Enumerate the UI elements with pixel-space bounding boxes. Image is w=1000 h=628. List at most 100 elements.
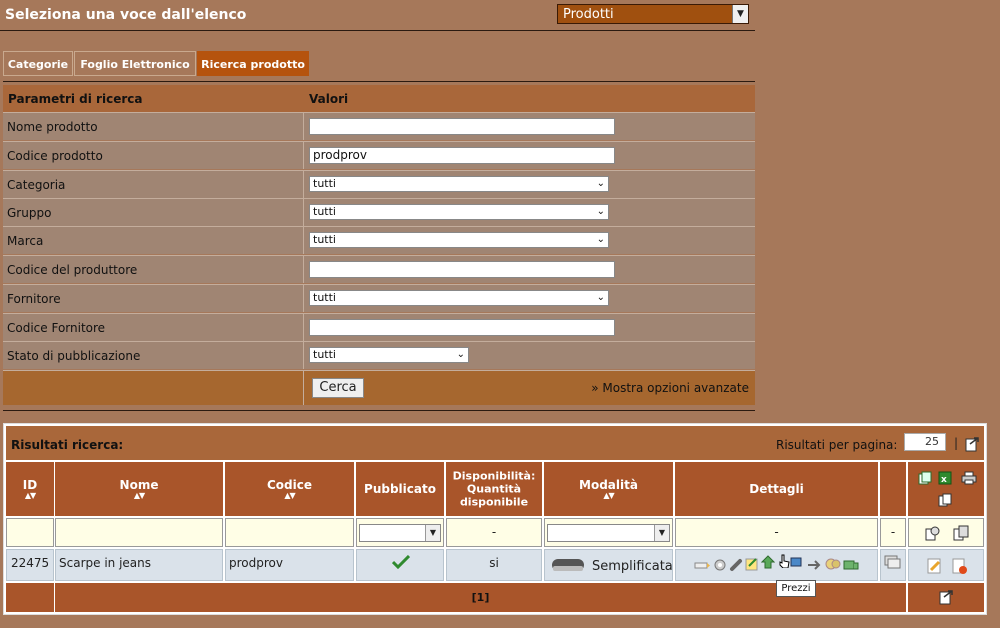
col-pubblicato: Pubblicato — [356, 462, 444, 516]
field-label: Categoria — [7, 178, 66, 192]
filter-dettagli: - — [675, 518, 878, 547]
gallery-icon[interactable] — [884, 555, 902, 569]
chevron-down-icon: ⌄ — [596, 292, 605, 303]
fornitore-select[interactable]: tutti ⌄ — [309, 290, 609, 306]
field-row-marca: Marca tutti ⌄ — [3, 226, 755, 254]
divider — [3, 81, 755, 82]
search-button[interactable]: Cerca — [312, 378, 364, 398]
filter-disponibilita: - — [446, 518, 542, 547]
search-filter-icon[interactable] — [925, 525, 941, 541]
filter-id[interactable] — [6, 518, 54, 547]
tab-categorie[interactable]: Categorie — [3, 51, 73, 76]
filter-nome[interactable] — [55, 518, 223, 547]
nome-prodotto-input[interactable] — [309, 118, 615, 135]
package-icon[interactable] — [825, 557, 841, 571]
pencil-icon[interactable] — [694, 558, 710, 572]
col-codice[interactable]: Codice ▲▼ — [225, 462, 354, 516]
col-nome[interactable]: Nome ▲▼ — [55, 462, 223, 516]
marca-select[interactable]: tutti ⌄ — [309, 232, 609, 248]
chevron-down-icon: ▼ — [654, 525, 669, 541]
row-dettagli — [675, 549, 878, 581]
search-form-header: Parametri di ricerca Valori — [3, 85, 755, 112]
edit-note-icon[interactable] — [745, 557, 759, 571]
export-icon[interactable] — [964, 436, 980, 452]
stato-pubblicazione-select[interactable]: tutti ⌄ — [309, 347, 469, 363]
field-label: Nome prodotto — [7, 120, 98, 134]
copy-export-icon[interactable] — [938, 493, 952, 507]
col-modalita[interactable]: Modalità ▲▼ — [544, 462, 673, 516]
row-modalita: Semplificata — [544, 549, 673, 581]
excel-icon[interactable]: x — [938, 471, 952, 485]
values-header: Valori — [309, 92, 349, 106]
footer-actions — [908, 583, 984, 612]
field-row-categoria: Categoria tutti ⌄ — [3, 170, 755, 198]
advanced-options-link[interactable]: » Mostra opzioni avanzate — [591, 381, 749, 395]
col-extra — [880, 462, 906, 516]
field-row-gruppo: Gruppo tutti ⌄ — [3, 198, 755, 226]
separator: | — [954, 436, 959, 450]
col-id[interactable]: ID ▲▼ — [6, 462, 54, 516]
sort-arrows-icon[interactable]: ▲▼ — [225, 492, 354, 500]
divider — [3, 410, 755, 411]
sort-arrows-icon[interactable]: ▲▼ — [544, 492, 673, 500]
filter-codice[interactable] — [225, 518, 354, 547]
stato-select-value: tutti — [313, 348, 336, 361]
field-row-codice-prodotto: Codice prodotto prodprov — [3, 141, 755, 169]
delete-icon[interactable] — [952, 558, 968, 574]
price-icon[interactable] — [761, 555, 775, 569]
copy-icon[interactable] — [918, 471, 932, 485]
toggle-icon[interactable] — [552, 557, 584, 575]
field-row-fornitore: Fornitore tutti ⌄ — [3, 284, 755, 312]
filter-actions — [908, 518, 984, 547]
field-label: Stato di pubblicazione — [7, 349, 141, 363]
categoria-select-value: tutti — [313, 177, 336, 190]
print-icon[interactable] — [961, 471, 977, 485]
codice-prodotto-input[interactable]: prodprov — [309, 147, 615, 164]
field-label: Codice del produttore — [7, 263, 138, 277]
shipping-icon[interactable] — [843, 558, 859, 572]
sort-arrows-icon[interactable]: ▲▼ — [55, 492, 223, 500]
link-icon[interactable] — [729, 558, 743, 572]
export-icon[interactable] — [938, 589, 954, 605]
users-icon[interactable] — [789, 555, 803, 569]
top-bar: Seleziona una voce dall'elenco Prodotti … — [0, 0, 755, 31]
chevron-down-icon: ⌄ — [596, 178, 605, 189]
field-row-stato-pubblicazione: Stato di pubblicazione tutti ⌄ — [3, 341, 755, 369]
col-disponibilita: Disponibilità: Quantità disponibile — [446, 462, 542, 516]
col-dettagli: Dettagli — [675, 462, 878, 516]
checkmark-icon[interactable] — [392, 555, 410, 569]
section-selector[interactable]: Prodotti ▼ — [557, 4, 749, 24]
modalita-filter-select[interactable]: ▼ — [547, 524, 670, 542]
edit-icon[interactable] — [927, 558, 943, 574]
per-page-label: Risultati per pagina: — [776, 438, 898, 452]
field-row-nome-prodotto: Nome prodotto — [3, 112, 755, 140]
chevron-down-icon[interactable]: ▼ — [732, 5, 748, 23]
sort-arrows-icon[interactable]: ▲▼ — [6, 492, 54, 500]
tab-foglio-elettronico[interactable]: Foglio Elettronico — [74, 51, 196, 76]
footer-blank — [6, 583, 54, 612]
field-row-codice-produttore: Codice del produttore — [3, 255, 755, 283]
chevron-down-icon: ▼ — [425, 525, 440, 541]
categoria-select[interactable]: tutti ⌄ — [309, 176, 609, 192]
arrows-icon[interactable] — [807, 559, 823, 571]
gruppo-select[interactable]: tutti ⌄ — [309, 204, 609, 220]
pubblicato-filter-select[interactable]: ▼ — [359, 524, 441, 542]
filter-extra: - — [880, 518, 906, 547]
per-page-input[interactable]: 25 — [904, 433, 946, 451]
chevron-down-icon: ⌄ — [596, 234, 605, 245]
results-header: Risultati ricerca: Risultati per pagina:… — [6, 426, 984, 460]
tab-ricerca-prodotto[interactable]: Ricerca prodotto — [197, 51, 309, 76]
field-label: Gruppo — [7, 206, 52, 220]
field-label: Marca — [7, 234, 44, 248]
filter-modalita: ▼ — [544, 518, 673, 547]
row-extra — [880, 549, 906, 581]
reset-filter-icon[interactable] — [953, 525, 969, 541]
codice-produttore-input[interactable] — [309, 261, 615, 278]
field-label: Codice prodotto — [7, 149, 103, 163]
gear-icon[interactable] — [713, 558, 727, 572]
filter-pubblicato: ▼ — [356, 518, 444, 547]
row-nome[interactable]: Scarpe in jeans — [55, 549, 223, 581]
row-actions — [908, 549, 984, 581]
codice-fornitore-input[interactable] — [309, 319, 615, 336]
section-selector-value: Prodotti — [563, 7, 614, 22]
